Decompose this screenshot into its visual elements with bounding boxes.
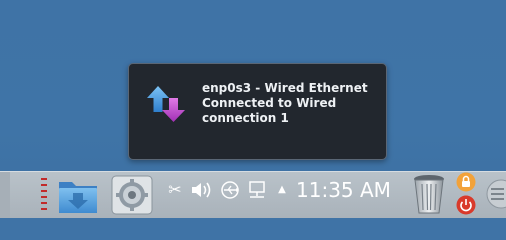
settings-icon[interactable] bbox=[109, 173, 155, 217]
tray-expand-icon[interactable]: ▲ bbox=[276, 180, 288, 200]
panel-edge bbox=[0, 172, 10, 218]
power-icon[interactable] bbox=[456, 195, 476, 215]
folder-download-icon[interactable] bbox=[56, 174, 100, 216]
notification-text: enp0s3 - Wired Ethernet Connected to Wir… bbox=[202, 81, 377, 126]
notification-title: enp0s3 - Wired Ethernet bbox=[202, 81, 368, 95]
scissors-icon[interactable]: ✂ bbox=[166, 180, 184, 200]
usb-icon[interactable] bbox=[219, 180, 241, 200]
volume-icon[interactable] bbox=[190, 180, 214, 200]
clock[interactable]: 11:35 AM bbox=[296, 179, 391, 201]
trash-icon[interactable] bbox=[411, 172, 447, 216]
panel-handle[interactable] bbox=[41, 178, 47, 216]
network-notification[interactable]: enp0s3 - Wired Ethernet Connected to Wir… bbox=[128, 63, 387, 160]
network-icon[interactable] bbox=[246, 180, 268, 200]
notification-line3: connection 1 bbox=[202, 111, 289, 125]
menu-icon[interactable] bbox=[484, 177, 506, 211]
desktop-background: enp0s3 - Wired Ethernet Connected to Wir… bbox=[0, 0, 506, 218]
notification-line2: Connected to Wired bbox=[202, 96, 337, 110]
lock-icon[interactable] bbox=[456, 172, 476, 192]
taskbar-panel: ✂ ▲ 11:35 AM bbox=[0, 171, 506, 218]
network-transfer-arrows-icon bbox=[147, 86, 185, 122]
